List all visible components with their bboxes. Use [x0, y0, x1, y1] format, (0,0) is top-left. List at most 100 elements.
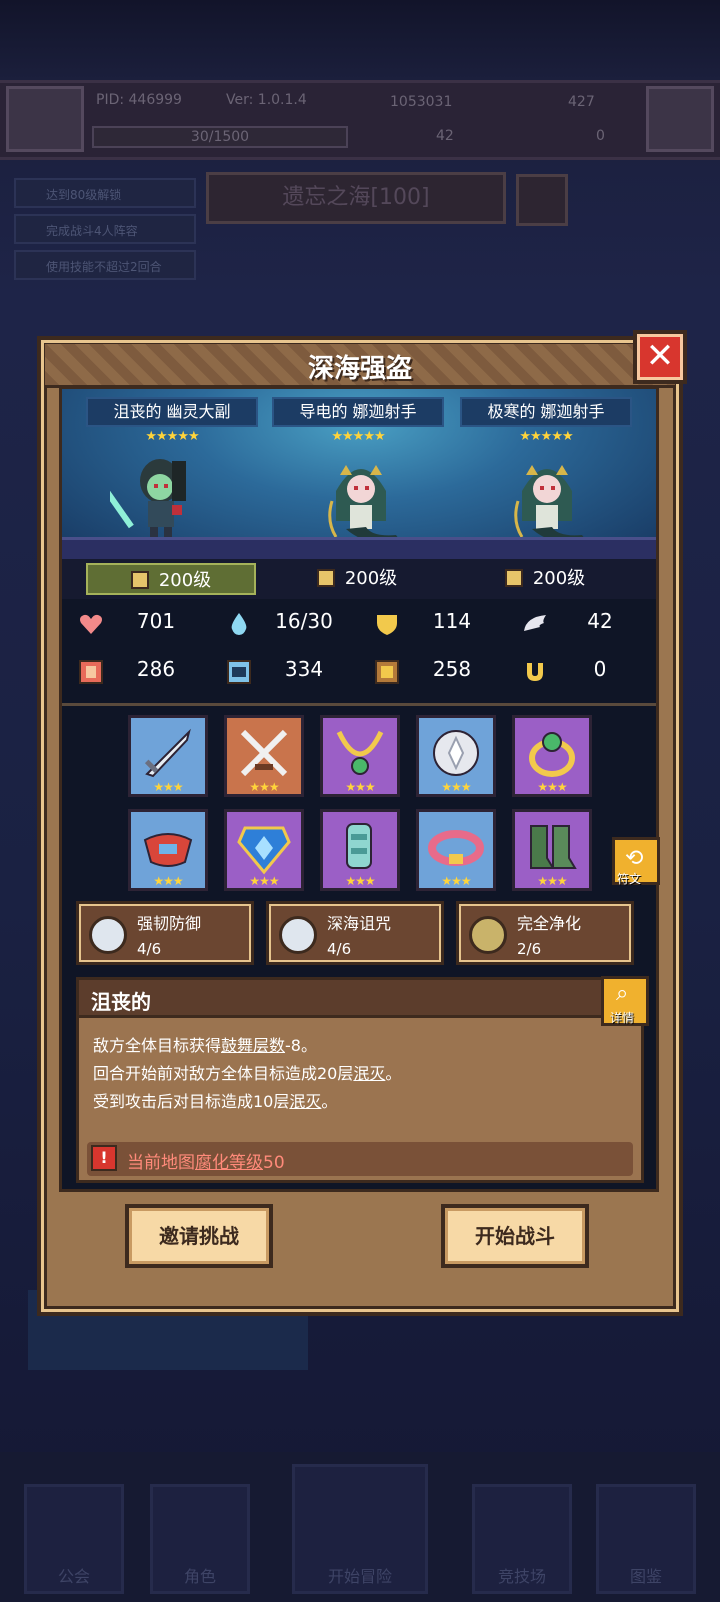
equip-stars: ★★★	[345, 874, 375, 888]
belt-icon	[428, 830, 484, 866]
crossed-swords-icon	[240, 729, 288, 777]
enemy-name[interactable]: 极寒的 娜迦射手	[460, 397, 632, 427]
nav-arena[interactable]: 竞技场	[472, 1484, 572, 1594]
stat-value: 258	[432, 657, 472, 681]
bottom-nav: 公会 角色 开始冒险 竞技场 图鉴	[0, 1452, 720, 1602]
map-title-button[interactable]: 遗忘之海[100]	[206, 172, 506, 224]
swap-icon: ⟲	[625, 846, 644, 871]
quest-item[interactable]: 完成战斗4人阵容	[14, 214, 196, 244]
equip-slot-belt[interactable]: ★★★	[416, 809, 496, 891]
corruption-warning: ! 当前地图腐化等级50	[87, 1142, 633, 1176]
wing-icon	[524, 615, 546, 631]
equip-stars: ★★★	[153, 780, 183, 794]
set-bonus[interactable]: 强韧防御 4/6	[76, 901, 254, 965]
trait-line: 敌方全体目标获得鼓舞层数-8。	[93, 1036, 317, 1055]
enemy-stars: ★★★★★	[519, 429, 573, 444]
nav-character[interactable]: 角色	[150, 1484, 250, 1594]
armor-icon	[237, 826, 291, 875]
clover-amount: 42	[436, 128, 454, 144]
stat-defense: 114	[358, 603, 506, 643]
nav-label: 竞技场	[497, 1567, 546, 1586]
stat-value: 114	[432, 609, 472, 633]
equip-slot-ring[interactable]: ★★★	[512, 715, 592, 797]
stat-value: 42	[587, 609, 613, 633]
invite-challenge-button[interactable]: 邀请挑战	[125, 1204, 273, 1268]
warning-text: 当前地图腐化等级50	[127, 1153, 285, 1173]
set-icon	[89, 916, 127, 954]
detail-button[interactable]: ⌕ 详情	[601, 976, 649, 1026]
close-button[interactable]: ✕	[633, 330, 687, 384]
gem-amount: 427	[568, 94, 595, 110]
rune-button[interactable]: ⟲ 符文	[612, 837, 660, 886]
stat-value: 0	[593, 657, 607, 681]
equip-slot-sword[interactable]: ★★★	[128, 715, 208, 797]
stat-speed: 42	[506, 603, 654, 643]
start-battle-button[interactable]: 开始战斗	[441, 1204, 589, 1268]
nav-start-adventure[interactable]: 开始冒险	[292, 1464, 428, 1594]
enemy-scene: 沮丧的 幽灵大副 ★★★★★ 导电的 娜迦射手 ★★★★★ 极寒的 娜迦射手 ★…	[62, 389, 656, 559]
equip-slot-boots[interactable]: ★★★	[512, 809, 592, 891]
weapon-class-icon	[130, 571, 149, 589]
equip-slot-shield[interactable]: ★★★	[416, 715, 496, 797]
necklace-icon	[336, 730, 384, 775]
enemy-level-tab[interactable]: 200级	[86, 563, 256, 595]
warning-icon: !	[91, 1145, 117, 1171]
stat-value: 286	[136, 657, 176, 681]
nav-codex[interactable]: 图鉴	[596, 1484, 696, 1594]
fist-icon	[79, 660, 103, 684]
level-text: 200级	[532, 568, 586, 589]
nav-label: 角色	[183, 1567, 216, 1586]
enemy-level-tab[interactable]: 200级	[272, 563, 442, 595]
horseshoe-icon	[527, 663, 543, 681]
set-name: 强韧防御	[137, 914, 202, 933]
equip-slot-gauntlet[interactable]: ★★★	[320, 809, 400, 891]
enemy-stars: ★★★★★	[145, 429, 199, 444]
magnifier-icon: ⌕	[616, 981, 629, 1006]
equip-slot-armor[interactable]: ★★★	[224, 809, 304, 891]
scene-ground	[62, 537, 656, 559]
modal-title-bar: 深海强盗	[45, 344, 675, 388]
help-button[interactable]	[516, 174, 568, 226]
shield-icon	[377, 615, 397, 635]
bow-class-icon	[504, 569, 523, 587]
stat-armor: 258	[358, 651, 506, 691]
equip-stars: ★★★	[153, 874, 183, 888]
equip-stars: ★★★	[537, 780, 567, 794]
trait-line: 回合开始前对敌方全体目标造成20层泯灭。	[93, 1064, 402, 1083]
equip-stars: ★★★	[345, 780, 375, 794]
gold-amount: 1053031	[390, 94, 453, 110]
keyword-link[interactable]: 鼓舞层数	[221, 1036, 285, 1055]
quest-item[interactable]: 使用技能不超过2回合	[14, 250, 196, 280]
level-text: 200级	[158, 570, 212, 591]
ghost-mate-sprite[interactable]	[110, 451, 200, 551]
equip-slot-bracer[interactable]: ★★★	[128, 809, 208, 891]
quest-item[interactable]: 达到80级解锁	[14, 178, 196, 208]
naga-archer-sprite[interactable]	[316, 451, 406, 551]
equip-stars: ★★★	[249, 780, 279, 794]
enemy-info-modal: 深海强盗 ✕ 沮丧的 幽灵大副 ★★★★★ 导电的 娜迦射手 ★★★★★ 极寒的…	[37, 330, 687, 1316]
trait-panel: 沮丧的 ⌕ 详情 敌方全体目标获得鼓舞层数-8。 回合开始前对敌方全体目标造成2…	[76, 976, 649, 1183]
enemy-name[interactable]: 导电的 娜迦射手	[272, 397, 444, 427]
player-avatar[interactable]	[6, 86, 84, 152]
set-bonus[interactable]: 完全净化 2/6	[456, 901, 634, 965]
enemy-name[interactable]: 沮丧的 幽灵大副	[86, 397, 258, 427]
equip-slot-necklace[interactable]: ★★★	[320, 715, 400, 797]
stat-value: 334	[284, 657, 324, 681]
bracer-icon	[143, 833, 193, 867]
gauntlet-icon	[346, 823, 372, 869]
keyword-link[interactable]: 腐化等级	[195, 1153, 263, 1173]
nav-label: 图鉴	[629, 1567, 662, 1586]
keyword-link[interactable]: 泯灭	[289, 1092, 321, 1111]
nav-label: 公会	[57, 1567, 90, 1586]
trait-line: 受到攻击后对目标造成10层泯灭。	[93, 1092, 338, 1111]
naga-archer-sprite[interactable]	[502, 451, 592, 551]
set-bonus[interactable]: 深海诅咒 4/6	[266, 901, 444, 965]
nav-guild[interactable]: 公会	[24, 1484, 124, 1594]
keyword-link[interactable]: 泯灭	[353, 1064, 385, 1083]
water-drop-icon	[231, 613, 247, 635]
book-icon	[227, 660, 251, 684]
settings-button[interactable]	[646, 86, 714, 152]
set-count: 4/6	[327, 940, 352, 958]
equip-slot-crossed-swords[interactable]: ★★★	[224, 715, 304, 797]
enemy-level-tab[interactable]: 200级	[460, 563, 630, 595]
